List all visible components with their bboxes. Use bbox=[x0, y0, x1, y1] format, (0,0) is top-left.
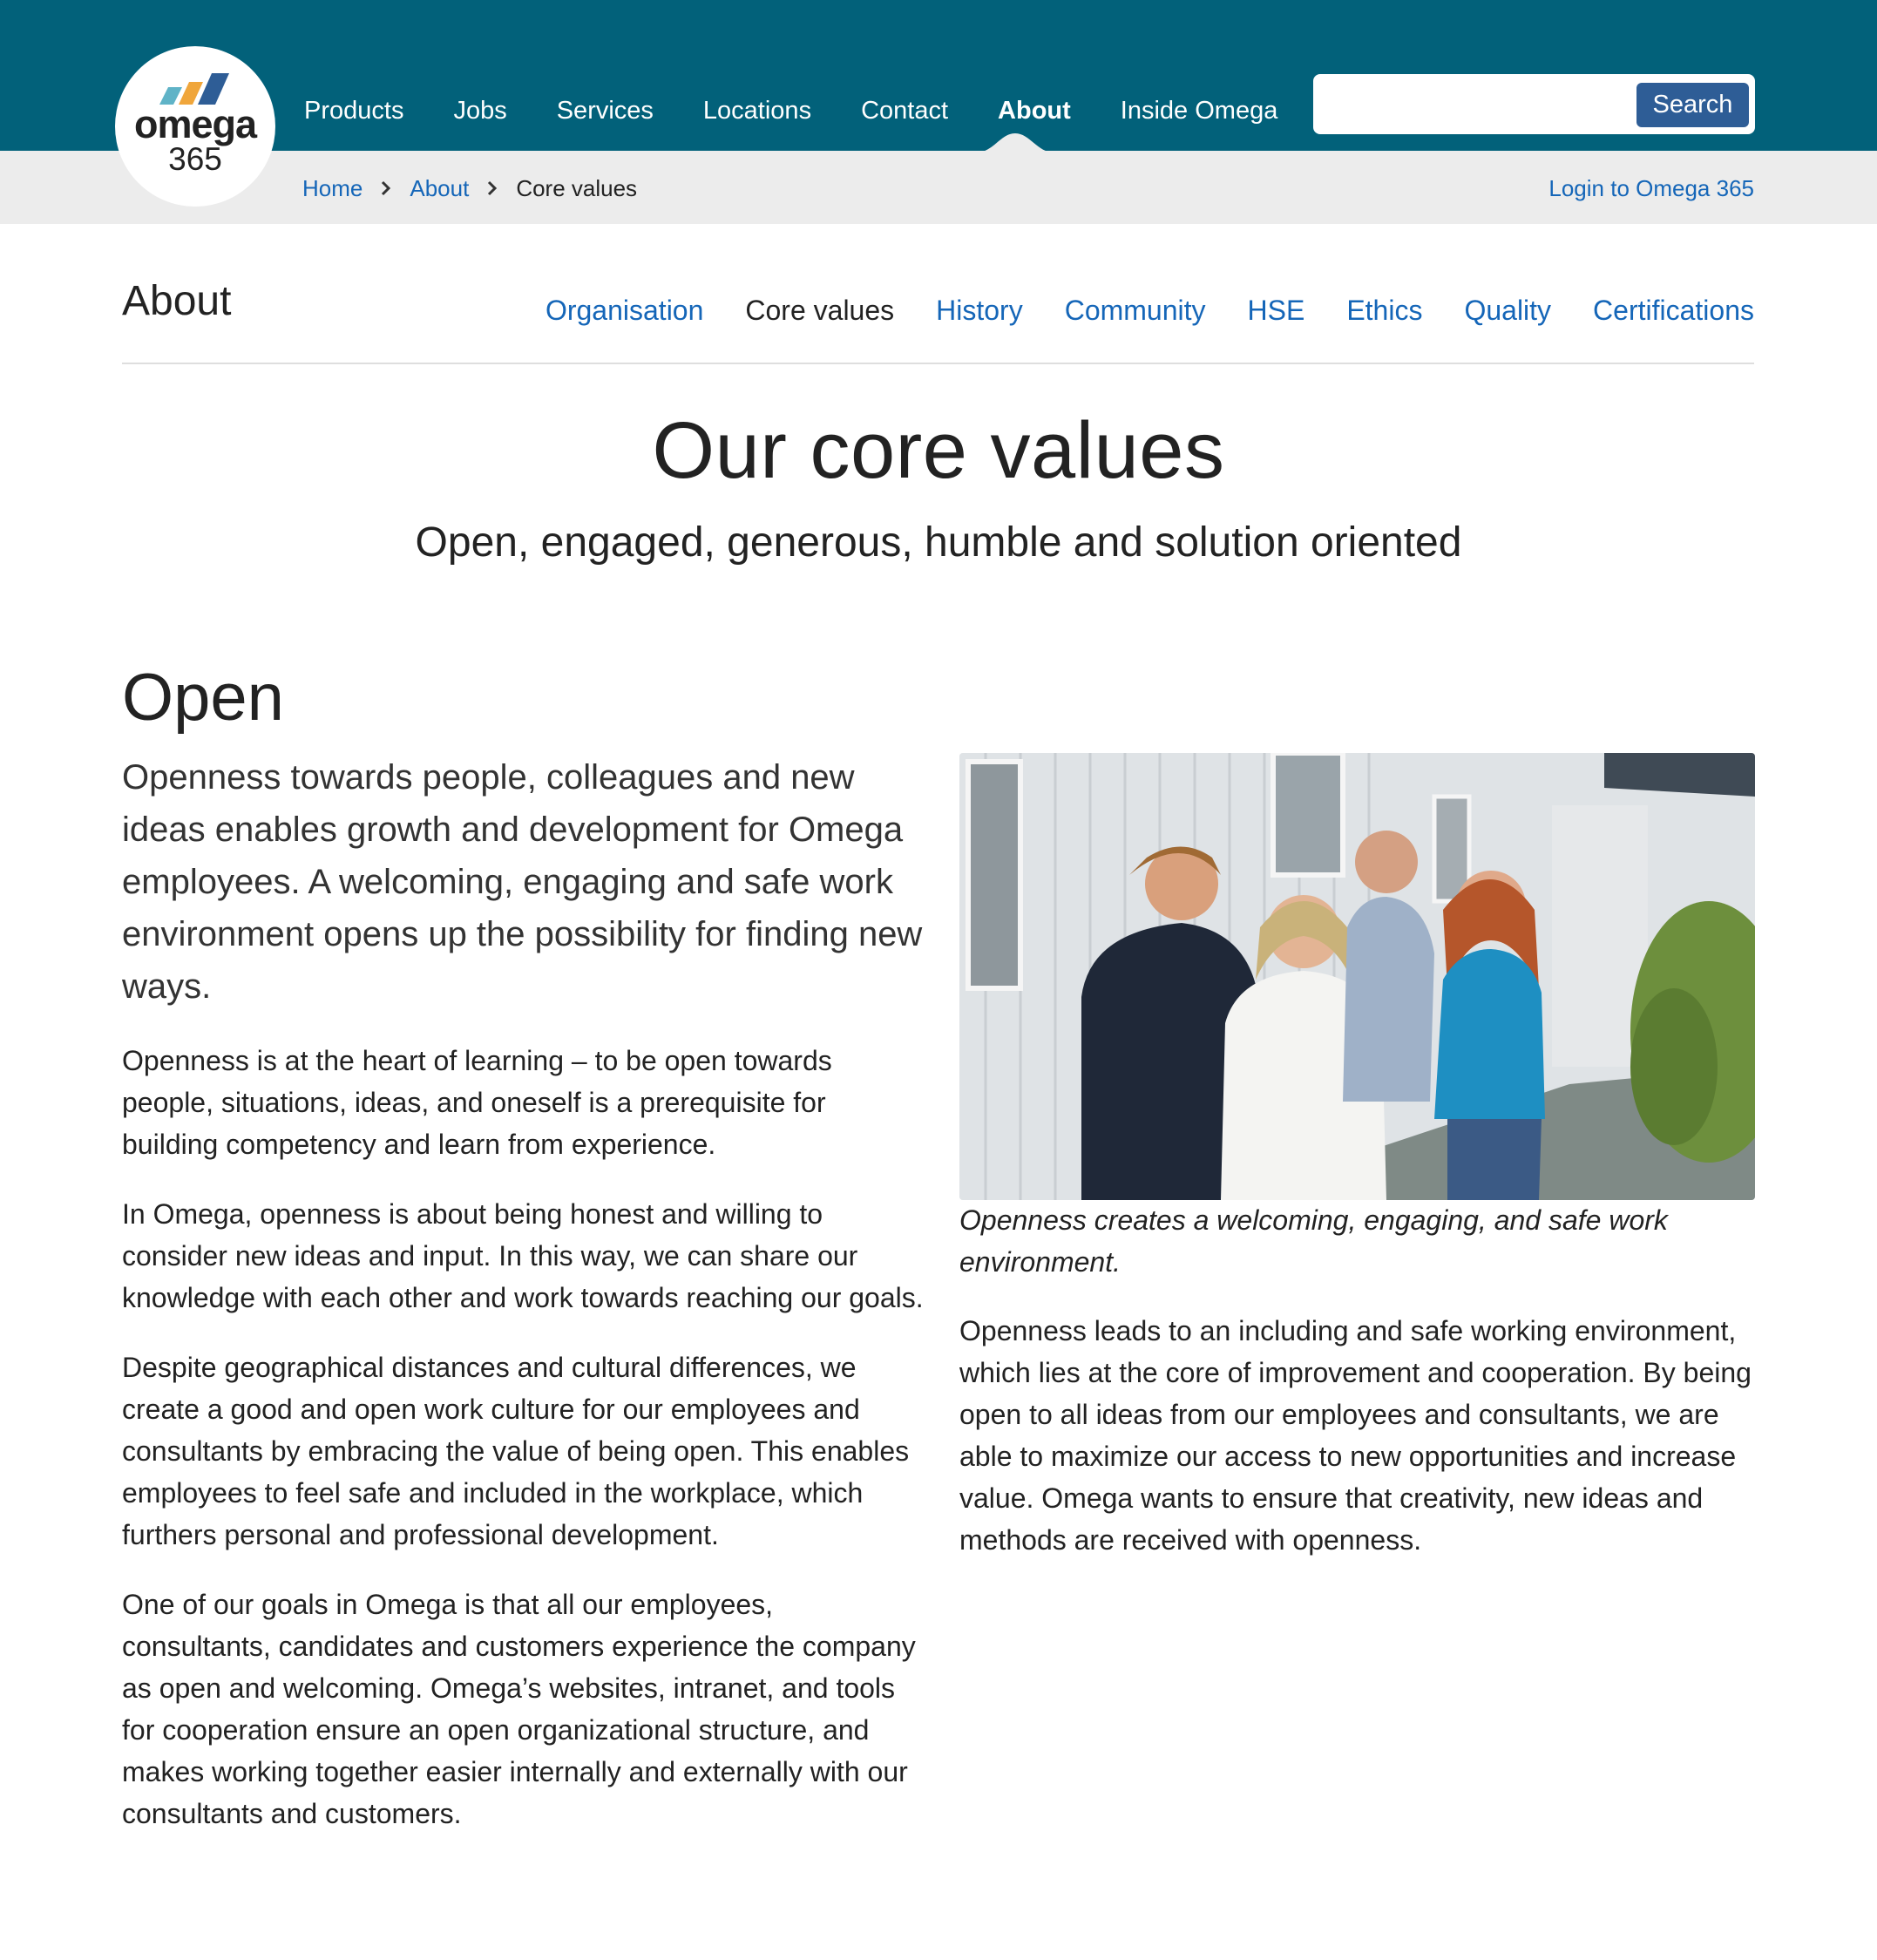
tab-certifications[interactable]: Certifications bbox=[1593, 295, 1754, 327]
nav-services[interactable]: Services bbox=[557, 97, 654, 125]
tab-ethics[interactable]: Ethics bbox=[1346, 295, 1422, 327]
breadcrumb-home[interactable]: Home bbox=[302, 175, 363, 202]
main-nav: Products Jobs Services Locations Contact… bbox=[304, 92, 1327, 130]
body-paragraph: Openness is at the heart of learning – t… bbox=[122, 1045, 832, 1160]
left-column: Openness is at the heart of learning – t… bbox=[122, 1040, 924, 1862]
page: omega 365 Products Jobs Services Locatio… bbox=[0, 0, 1877, 1960]
right-paragraph: Openness leads to an including and safe … bbox=[959, 1315, 1752, 1556]
tab-history[interactable]: History bbox=[936, 295, 1023, 327]
breadcrumb: Home About Core values bbox=[302, 171, 637, 206]
value-heading: Open bbox=[122, 661, 284, 735]
login-link[interactable]: Login to Omega 365 bbox=[1548, 171, 1754, 206]
search-button[interactable]: Search bbox=[1636, 83, 1749, 127]
page-subtitle: Open, engaged, generous, humble and solu… bbox=[415, 519, 1462, 566]
search-input[interactable] bbox=[1322, 83, 1636, 125]
team-photo bbox=[959, 753, 1755, 1200]
search-box: Search bbox=[1313, 74, 1755, 134]
section-title: About bbox=[122, 278, 232, 324]
body-paragraph: In Omega, openness is about being honest… bbox=[122, 1198, 924, 1313]
nav-contact[interactable]: Contact bbox=[861, 97, 948, 125]
breadcrumb-about[interactable]: About bbox=[410, 175, 469, 202]
tab-organisation[interactable]: Organisation bbox=[545, 295, 703, 327]
tab-hse[interactable]: HSE bbox=[1248, 295, 1305, 327]
nav-locations[interactable]: Locations bbox=[703, 97, 811, 125]
tab-core-values[interactable]: Core values bbox=[745, 295, 894, 327]
nav-jobs[interactable]: Jobs bbox=[453, 97, 506, 125]
nav-inside-omega[interactable]: Inside Omega bbox=[1121, 97, 1278, 125]
body-paragraph: Despite geographical distances and cultu… bbox=[122, 1352, 910, 1550]
photo-caption: Openness creates a welcoming, engaging, … bbox=[959, 1204, 1668, 1278]
omega-logo[interactable]: omega 365 bbox=[115, 46, 275, 207]
chevron-right-icon bbox=[382, 180, 391, 196]
tab-quality[interactable]: Quality bbox=[1464, 295, 1551, 327]
logo-name: omega bbox=[133, 102, 257, 146]
divider bbox=[122, 363, 1754, 364]
body-paragraph: One of our goals in Omega is that all ou… bbox=[122, 1589, 916, 1829]
active-nav-indicator bbox=[976, 133, 1054, 153]
lead-paragraph: Openness towards people, colleagues and … bbox=[122, 758, 923, 1006]
logo-number: 365 bbox=[168, 141, 222, 177]
nav-about[interactable]: About bbox=[998, 97, 1071, 125]
tab-community[interactable]: Community bbox=[1065, 295, 1206, 327]
team-photo-illustration bbox=[959, 753, 1755, 1200]
omega-logo-mark-icon bbox=[159, 73, 229, 105]
page-title: Our core values bbox=[652, 406, 1225, 495]
chevron-right-icon bbox=[488, 180, 498, 196]
breadcrumb-current: Core values bbox=[516, 174, 638, 201]
section-nav: Organisation Core values History Communi… bbox=[504, 291, 1754, 329]
nav-products[interactable]: Products bbox=[304, 97, 403, 125]
